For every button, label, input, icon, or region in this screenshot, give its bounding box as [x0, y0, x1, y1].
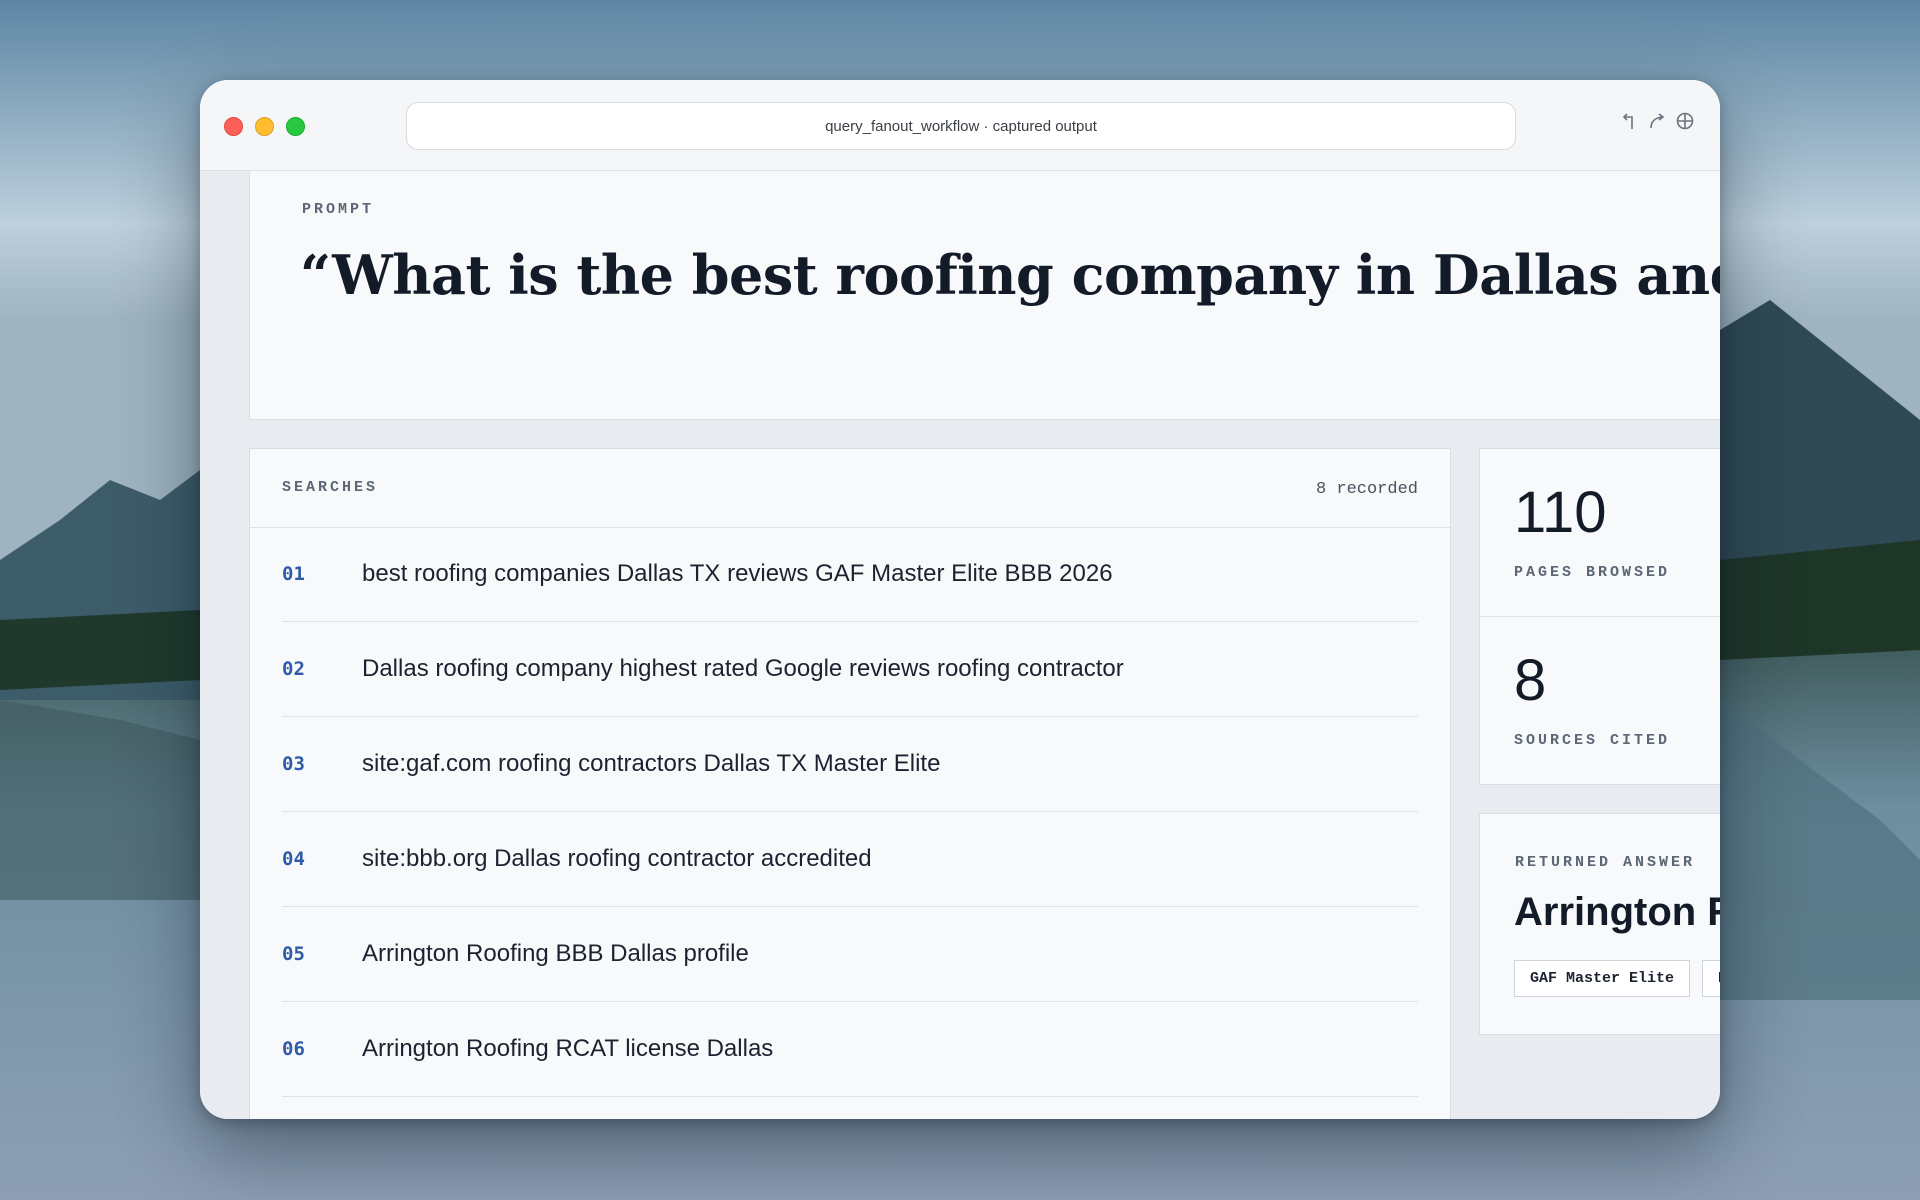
globe-icon[interactable] — [1674, 110, 1696, 132]
searches-panel: SEARCHES 8 recorded 01 best roofing comp… — [249, 448, 1451, 1119]
search-query: best roofing companies Dallas TX reviews… — [362, 560, 1113, 587]
pages-browsed-stat: 110 PAGES BROWSED — [1479, 448, 1720, 618]
pages-browsed-value: 110 — [1514, 480, 1607, 545]
search-query: site:bbb.org Dallas roofing contractor a… — [362, 845, 872, 872]
search-row[interactable]: 01 best roofing companies Dallas TX revi… — [282, 527, 1418, 622]
title-bar: query_fanout_workflow · captured output — [200, 80, 1720, 171]
returned-answer-label: RETURNED ANSWER — [1515, 854, 1696, 871]
answer-tag: GAF Master Elite — [1514, 960, 1691, 997]
page-content: PROMPT “What is the best roofing company… — [200, 171, 1720, 1119]
sources-cited-label: SOURCES CITED — [1514, 732, 1671, 749]
search-number: 04 — [282, 848, 305, 870]
search-number: 03 — [282, 753, 305, 775]
search-list: 01 best roofing companies Dallas TX revi… — [282, 527, 1418, 1097]
browser-window: query_fanout_workflow · captured output … — [200, 80, 1720, 1119]
toolbar-icons — [1618, 110, 1696, 132]
back-arrow-icon[interactable] — [1618, 110, 1640, 132]
search-row[interactable]: 06 Arrington Roofing RCAT license Dallas — [282, 1002, 1418, 1097]
search-row[interactable]: 04 site:bbb.org Dallas roofing contracto… — [282, 812, 1418, 907]
returned-answer-card: RETURNED ANSWER Arrington Roofing GAF Ma… — [1479, 813, 1720, 1035]
prompt-text: “What is the best roofing company in Dal… — [300, 243, 1720, 307]
search-number: 05 — [282, 943, 305, 965]
search-query: site:gaf.com roofing contractors Dallas … — [362, 750, 941, 777]
sources-cited-stat: 8 SOURCES CITED — [1479, 616, 1720, 785]
search-query: Arrington Roofing RCAT license Dallas — [362, 1035, 774, 1062]
pages-browsed-label: PAGES BROWSED — [1514, 564, 1671, 581]
search-query: Dallas roofing company highest rated Goo… — [362, 655, 1124, 682]
address-bar[interactable]: query_fanout_workflow · captured output — [406, 102, 1516, 150]
maximize-window-button[interactable] — [286, 117, 305, 136]
search-number: 01 — [282, 563, 305, 585]
close-window-button[interactable] — [224, 117, 243, 136]
sources-cited-value: 8 — [1514, 648, 1547, 713]
answer-tag: BBB — [1702, 960, 1720, 997]
recorded-count: 8 recorded — [1315, 480, 1418, 499]
search-row[interactable]: 05 Arrington Roofing BBB Dallas profile — [282, 907, 1418, 1002]
share-arrow-icon[interactable] — [1646, 110, 1668, 132]
searches-label: SEARCHES — [282, 479, 379, 496]
minimize-window-button[interactable] — [255, 117, 274, 136]
search-number: 02 — [282, 658, 305, 680]
answer-company-name: Arrington Roofing — [1514, 890, 1720, 934]
address-title: query_fanout_workflow · captured output — [825, 117, 1097, 135]
search-row[interactable]: 03 site:gaf.com roofing contractors Dall… — [282, 717, 1418, 812]
search-number: 06 — [282, 1038, 305, 1060]
search-query: Arrington Roofing BBB Dallas profile — [362, 940, 749, 967]
search-row[interactable]: 02 Dallas roofing company highest rated … — [282, 622, 1418, 717]
prompt-label: PROMPT — [302, 201, 375, 218]
prompt-card: PROMPT “What is the best roofing company… — [249, 171, 1720, 420]
searches-header: SEARCHES 8 recorded — [250, 449, 1450, 528]
answer-tags: GAF Master Elite BBB — [1514, 960, 1720, 997]
